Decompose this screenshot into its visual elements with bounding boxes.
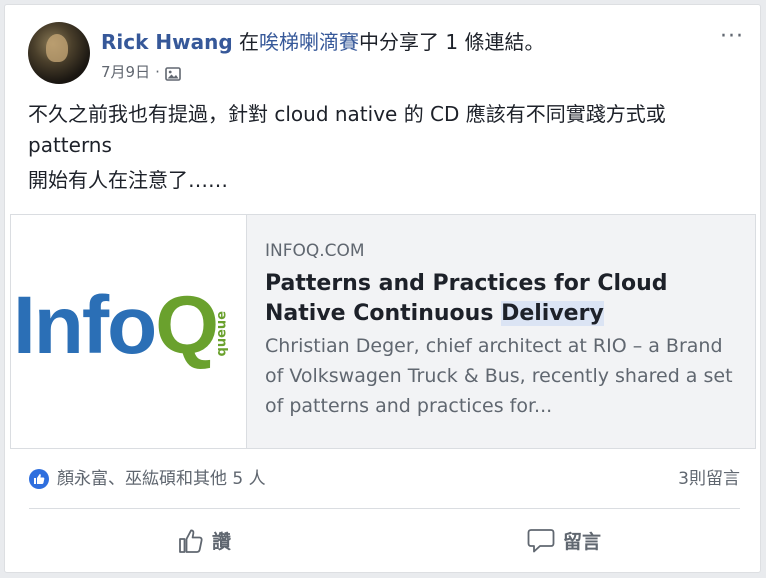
post-text-line: 開始有人在注意了…… [28, 168, 228, 192]
photo-album-icon[interactable] [165, 65, 181, 81]
action-prefix: 在 [232, 30, 259, 54]
like-reaction-icon[interactable] [29, 469, 49, 489]
logo-queue-text: ənənb [214, 311, 229, 357]
logo-info-text: Info [13, 280, 157, 371]
action-bar: 讚 留言 [5, 509, 760, 573]
post-text-line: 不久之前我也有提過，針對 cloud native 的 CD 應該有不同實踐方式… [28, 102, 666, 157]
reaction-names-link[interactable]: 顏永富、巫紘碩和其他 5 人 [57, 468, 266, 490]
link-thumbnail[interactable]: InfoQ ənənb [11, 215, 247, 448]
post-body: 不久之前我也有提過，針對 cloud native 的 CD 應該有不同實踐方式… [28, 99, 748, 200]
reactions-bar: 顏永富、巫紘碩和其他 5 人 3則留言 [5, 452, 760, 508]
comment-label: 留言 [563, 531, 602, 553]
meta-separator: · [155, 63, 160, 81]
link-title[interactable]: Patterns and Practices for Cloud Native … [265, 269, 745, 329]
link-preview[interactable]: InfoQ ənənb INFOQ.COM Patterns and Pract… [10, 214, 756, 449]
author-name-link[interactable]: Rick Hwang [101, 30, 233, 54]
thumbs-up-icon [179, 529, 203, 553]
post-header: Rick Hwang 在唉梯喇滴賽中分享了 1 條連結。 7月9日 · ··· [5, 5, 760, 95]
post-date-link[interactable]: 7月9日 [101, 61, 150, 83]
logo-q-text: Q [155, 280, 219, 371]
link-description: Christian Deger, chief architect at RIO … [265, 335, 733, 417]
action-suffix: 中分享了 1 條連結。 [359, 30, 545, 54]
like-label: 讚 [212, 531, 232, 553]
group-name-link[interactable]: 唉梯喇滴賽 [259, 30, 359, 54]
infoq-logo: InfoQ [13, 280, 219, 371]
more-options-icon[interactable]: ··· [720, 26, 744, 48]
post-meta: 7月9日 · [101, 61, 181, 83]
link-domain: INFOQ.COM [265, 241, 365, 261]
comment-bubble-icon [527, 528, 555, 552]
comment-button[interactable]: 留言 [527, 527, 601, 554]
author-line: Rick Hwang 在唉梯喇滴賽中分享了 1 條連結。 [101, 29, 544, 55]
post-card: Rick Hwang 在唉梯喇滴賽中分享了 1 條連結。 7月9日 · ··· … [4, 4, 761, 573]
author-avatar[interactable] [28, 22, 90, 84]
link-title-text: Patterns and Practices for Cloud Native … [265, 271, 668, 326]
like-button[interactable]: 讚 [178, 527, 231, 554]
comments-count-link[interactable]: 3則留言 [678, 468, 740, 490]
link-body[interactable]: INFOQ.COM Patterns and Practices for Clo… [265, 239, 745, 421]
link-title-highlight: Delivery [501, 301, 604, 326]
